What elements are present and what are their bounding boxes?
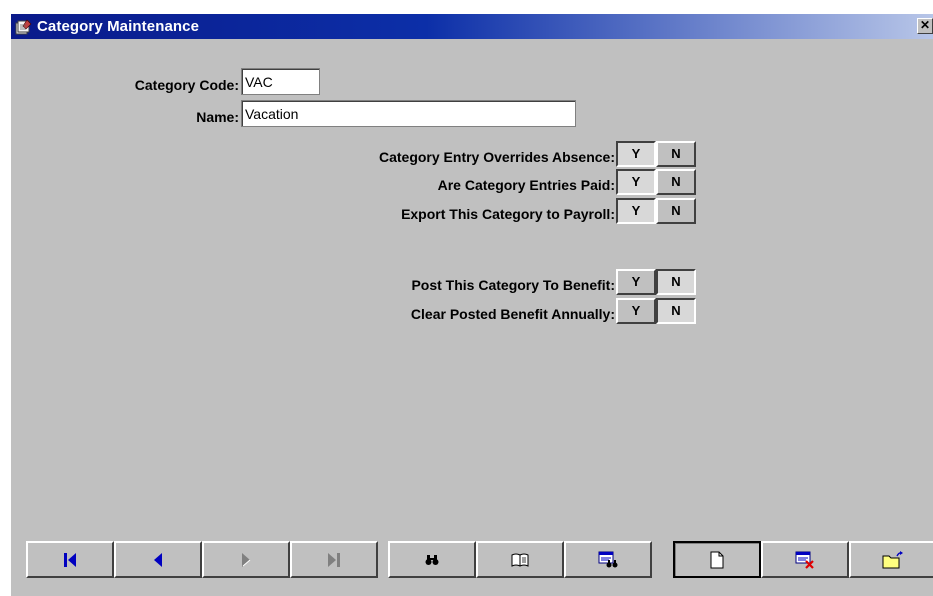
toggle-label-overrides-absence: Category Entry Overrides Absence: [378,149,615,165]
delete-record-icon [795,551,814,569]
new-document-icon [710,551,724,568]
open-folder-icon [882,550,903,568]
toggle-overrides-absence: Y N [616,141,696,167]
toggle-label-clear-benefit: Clear Posted Benefit Annually: [410,306,615,322]
title-bar[interactable]: Category Maintenance ✕ [11,14,933,39]
first-record-button[interactable] [26,541,114,578]
book-icon [511,553,529,567]
next-record-button[interactable] [202,541,290,578]
navigation-toolbar [26,541,378,578]
last-record-icon [328,552,340,567]
toggle-export-payroll: Y N [616,198,696,224]
previous-record-icon [154,552,162,567]
find-button[interactable] [388,541,476,578]
close-button[interactable]: ✕ [917,18,933,34]
window-title: Category Maintenance [37,18,200,35]
previous-record-button[interactable] [114,541,202,578]
no-button[interactable]: N [656,198,696,224]
last-record-button[interactable] [290,541,378,578]
category-code-label: Category Code: [134,77,239,93]
first-record-icon [64,552,76,567]
binoculars-icon [425,554,439,565]
search-toolbar [388,541,652,578]
toggle-label-export-payroll: Export This Category to Payroll: [401,206,615,222]
toggle-post-benefit: Y N [616,269,696,295]
no-button[interactable]: N [656,298,696,324]
yes-button[interactable]: Y [616,141,656,167]
toggle-clear-benefit: Y N [616,298,696,324]
category-maintenance-window: Category Maintenance ✕ Category Code: Na… [10,13,933,596]
name-field[interactable] [241,100,576,127]
search-records-button[interactable] [564,541,652,578]
toggle-entries-paid: Y N [616,169,696,195]
toggle-label-entries-paid: Are Category Entries Paid: [437,177,615,193]
yes-button[interactable]: Y [616,269,656,295]
no-button[interactable]: N [656,169,696,195]
browse-button[interactable] [476,541,564,578]
app-icon [15,19,32,34]
yes-button[interactable]: Y [616,169,656,195]
delete-record-button[interactable] [761,541,849,578]
no-button[interactable]: N [656,141,696,167]
name-label: Name: [196,109,239,125]
yes-button[interactable]: Y [616,298,656,324]
yes-button[interactable]: Y [616,198,656,224]
close-icon: ✕ [919,18,931,32]
new-record-button[interactable] [673,541,761,578]
no-button[interactable]: N [656,269,696,295]
next-record-icon [242,552,251,567]
action-toolbar [673,541,933,578]
category-code-field[interactable] [241,68,320,95]
toggle-label-post-benefit: Post This Category To Benefit: [411,277,615,293]
find-record-icon [598,551,618,567]
open-record-button[interactable] [849,541,933,578]
